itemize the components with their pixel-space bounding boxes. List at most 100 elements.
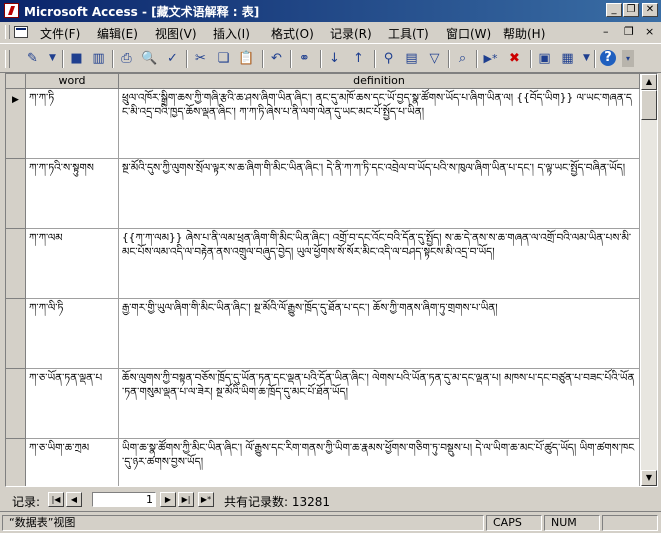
table-row-definition[interactable]: {{ཀ་ཀ་ལམ}} ཞེས་པ་ནི་ལམ་ཕྲན་ཞིག་གི་མིང་ཡི…	[119, 229, 640, 299]
save-icon[interactable]: ■	[68, 50, 85, 67]
toolbar-separator	[530, 50, 532, 68]
vertical-scrollbar[interactable]: ▲ ▼	[641, 74, 657, 486]
menu-edit[interactable]: 编辑(E)	[97, 25, 138, 42]
new-record-icon[interactable]: ▶*	[482, 50, 499, 67]
spelling-icon[interactable]: ✓	[164, 50, 181, 67]
file-search-icon[interactable]: ▥	[90, 50, 107, 67]
design-view-icon[interactable]: ✎	[24, 50, 41, 67]
print-preview-icon[interactable]: 🔍	[141, 50, 158, 67]
toolbar-separator	[290, 50, 292, 68]
child-restore-button[interactable]: ❐	[624, 25, 634, 38]
last-record-button[interactable]: ▶|	[178, 492, 194, 507]
previous-record-button[interactable]: ◀	[66, 492, 82, 507]
sort-ascending-icon[interactable]: ↓	[326, 50, 343, 67]
column-header-definition[interactable]: definition	[119, 74, 640, 89]
table-row-definition[interactable]: ཡིག་ཆ་སྣ་ཚོགས་ཀྱི་མིང་ཡིན་ཞིང་། ལོ་རྒྱུས…	[119, 439, 640, 486]
record-selector[interactable]	[6, 369, 26, 439]
menu-tools[interactable]: 工具(T)	[388, 25, 429, 42]
status-empty-panel	[602, 515, 658, 531]
toolbar-separator	[112, 50, 114, 68]
toolbar-separator	[320, 50, 322, 68]
select-all-corner[interactable]	[6, 74, 26, 89]
status-num: NUM	[544, 515, 600, 531]
menu-insert[interactable]: 插入(I)	[213, 25, 250, 42]
table-row-definition[interactable]: སྔ་མོའི་དུས་ཀྱི་ལུགས་སྲོལ་ལྟར་ས་ཆ་ཞིག་གི…	[119, 159, 640, 229]
column-header-word[interactable]: word	[26, 74, 119, 89]
scroll-down-arrow-icon[interactable]: ▼	[641, 470, 657, 486]
close-button[interactable]: ✕	[642, 3, 658, 17]
toolbar: ✎ ▼ ■ ▥ ⎙ 🔍 ✓ ✂ ❏ 📋 ↶ ⚭ ↓ ↑ ⚲ ▤ ▽ ⌕ ▶* ✖…	[0, 43, 661, 73]
paste-icon[interactable]: 📋	[238, 50, 255, 67]
help-icon[interactable]: ?	[600, 50, 616, 66]
scrollbar-thumb[interactable]	[641, 90, 657, 120]
status-view-text: “数据表”视图	[2, 515, 484, 531]
window-title: Microsoft Access - [藏文术语解释 : 表]	[24, 5, 260, 19]
copy-icon[interactable]: ❏	[215, 50, 232, 67]
table-row-word[interactable]: ཀ་ཀ་ལི་ཏི	[26, 299, 119, 369]
filter-by-selection-icon[interactable]: ⚲	[380, 50, 397, 67]
toolbar-separator	[186, 50, 188, 68]
child-close-button[interactable]: ×	[645, 25, 654, 38]
record-selector[interactable]	[6, 159, 26, 229]
status-bar: “数据表”视图 CAPS NUM	[0, 511, 661, 533]
cut-icon[interactable]: ✂	[192, 50, 209, 67]
datasheet-grid[interactable]: word definition ▶ ཀ་ཀ་ཏི ཕྲུལ་འཁོར་སྒྲིག…	[5, 73, 658, 487]
current-record-input[interactable]: 1	[92, 492, 156, 507]
record-label: 记录:	[12, 495, 41, 509]
toolbar-separator	[374, 50, 376, 68]
table-row-word[interactable]: ཀ་ཅ་ཡིག་ཆ་ཀྲམ	[26, 439, 119, 486]
first-record-button[interactable]: |◀	[48, 492, 64, 507]
database-window-icon[interactable]: ▣	[536, 50, 553, 67]
menu-bar: 文件(F) 编辑(E) 视图(V) 插入(I) 格式(O) 记录(R) 工具(T…	[0, 22, 661, 42]
table-row-definition[interactable]: ཕྲུལ་འཁོར་སྒྲིག་ཆས་ཀྱི་གཞི་རྩའི་ཆ་ཤས་ཞིག…	[119, 89, 640, 159]
access-app-icon[interactable]	[4, 3, 19, 18]
next-record-button[interactable]: ▶	[160, 492, 176, 507]
record-count: 共有记录数: 13281	[224, 495, 331, 509]
record-selector[interactable]	[6, 299, 26, 369]
table-row-definition[interactable]: ཆོས་ལུགས་ཀྱི་བསྟན་བཅོས་ཁྲོད་དུ་ཡོན་ཏན་དང…	[119, 369, 640, 439]
dropdown-arrow-icon[interactable]: ▼	[578, 50, 595, 67]
sort-descending-icon[interactable]: ↑	[350, 50, 367, 67]
table-row-word[interactable]: ཀ་ཀ་ཏའི་ས་སྟུགས	[26, 159, 119, 229]
table-row-word[interactable]: ཀ་ཀ་ཏི	[26, 89, 119, 159]
toolbar-separator	[448, 50, 450, 68]
record-selector[interactable]	[6, 229, 26, 299]
table-row-definition[interactable]: རྒྱ་གར་གྱི་ཡུལ་ཞིག་གི་མིང་ཡིན་ཞིང་། སྔ་མ…	[119, 299, 640, 369]
toolbar-separator	[594, 50, 596, 68]
dropdown-arrow-icon[interactable]: ▼	[44, 50, 61, 67]
document-window-icon[interactable]	[14, 26, 28, 38]
menu-window[interactable]: 窗口(W)	[446, 25, 491, 42]
menu-view[interactable]: 视图(V)	[155, 25, 197, 42]
toolbar-grip[interactable]	[5, 50, 10, 68]
toolbar-separator	[476, 50, 478, 68]
record-navigation-bar: 记录: |◀ ◀ 1 ▶ ▶| ▶* 共有记录数: 13281	[0, 489, 661, 509]
menu-help[interactable]: 帮助(H)	[503, 25, 545, 42]
toolbar-options-icon[interactable]: ▾	[622, 50, 634, 67]
delete-record-icon[interactable]: ✖	[506, 50, 523, 67]
current-record-arrow-icon: ▶	[12, 95, 19, 105]
toolbar-separator	[262, 50, 264, 68]
status-caps: CAPS	[486, 515, 542, 531]
title-bar[interactable]: Microsoft Access - [藏文术语解释 : 表] _ ❐ ✕	[0, 0, 661, 22]
scroll-up-arrow-icon[interactable]: ▲	[641, 74, 657, 90]
find-icon[interactable]: ⌕	[454, 50, 471, 67]
record-selector[interactable]	[6, 439, 26, 486]
restore-button[interactable]: ❐	[623, 3, 639, 17]
undo-icon[interactable]: ↶	[268, 50, 285, 67]
hyperlink-icon[interactable]: ⚭	[296, 50, 313, 67]
print-icon[interactable]: ⎙	[118, 50, 135, 67]
menu-file[interactable]: 文件(F)	[40, 25, 80, 42]
child-minimize-button[interactable]: –	[603, 25, 609, 38]
filter-by-form-icon[interactable]: ▤	[403, 50, 420, 67]
new-object-icon[interactable]: ▦	[559, 50, 576, 67]
apply-filter-icon[interactable]: ▽	[426, 50, 443, 67]
minimize-button[interactable]: _	[606, 3, 622, 17]
menu-records[interactable]: 记录(R)	[330, 25, 372, 42]
new-record-button[interactable]: ▶*	[198, 492, 214, 507]
menubar-grip[interactable]	[5, 25, 10, 39]
menu-format[interactable]: 格式(O)	[271, 25, 314, 42]
table-row-word[interactable]: ཀ་ཅ་ཡོན་ཏན་ལྡན་པ	[26, 369, 119, 439]
toolbar-separator	[62, 50, 64, 68]
table-row-word[interactable]: ཀ་ཀ་ལམ	[26, 229, 119, 299]
record-selector[interactable]: ▶	[6, 89, 26, 159]
